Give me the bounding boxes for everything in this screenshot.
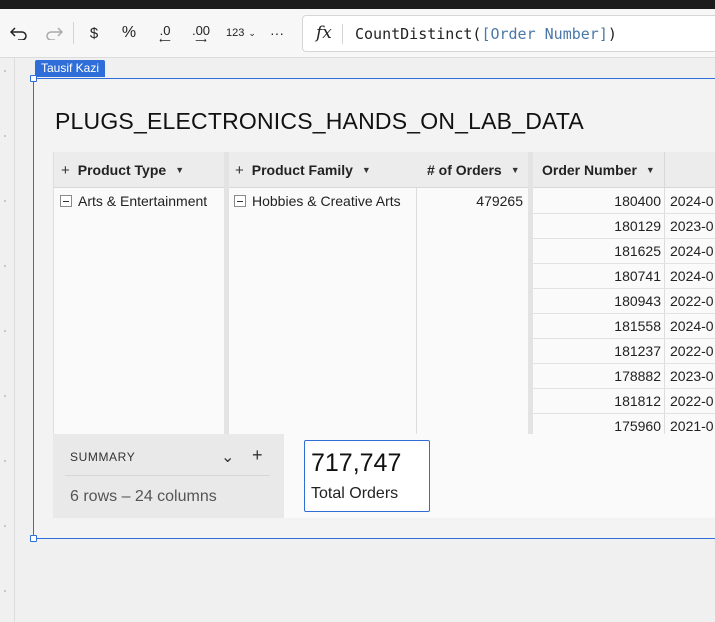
row-divider <box>531 288 715 289</box>
row-divider <box>531 213 715 214</box>
rail-marker <box>4 135 6 137</box>
rail-marker <box>4 525 6 527</box>
fx-icon: fx <box>316 23 332 43</box>
row-column-count: 6 rows – 24 columns <box>70 488 217 505</box>
column-header-orders[interactable]: # of Orders ▼ <box>427 152 520 188</box>
column-divider <box>664 188 665 434</box>
row-divider <box>531 238 715 239</box>
rail-marker <box>4 395 6 397</box>
order-date-cell[interactable]: 2022-0 <box>670 343 714 359</box>
element-owner-tag: Tausif Kazi <box>35 60 106 77</box>
formula-column-reference: [Order Number] <box>481 25 608 43</box>
order-number-cell[interactable]: 180129 <box>533 218 661 234</box>
order-date-cell[interactable]: 2024-0 <box>670 268 714 284</box>
column-header-label: Product Type <box>77 162 167 178</box>
product-family-cell[interactable]: Hobbies & Creative Arts <box>252 193 401 209</box>
arrow-right-icon: ⟶ <box>195 35 207 45</box>
row-divider <box>531 413 715 414</box>
percent-format-button[interactable]: % <box>120 21 138 45</box>
table-title[interactable]: PLUGS_ELECTRONICS_HANDS_ON_LAB_DATA <box>55 108 584 135</box>
currency-format-button[interactable]: $ <box>86 21 102 45</box>
column-header-label: Product Family <box>251 162 353 178</box>
chevron-down-icon: ⌄ <box>248 27 256 38</box>
formula-closing: ) <box>607 25 617 43</box>
redo-icon[interactable] <box>44 21 64 45</box>
column-header-product-type[interactable]: + Product Type ▼ <box>61 152 184 188</box>
order-number-cell[interactable]: 178882 <box>533 368 661 384</box>
product-type-cell[interactable]: Arts & Entertainment <box>78 193 207 209</box>
add-summary-icon[interactable]: + <box>252 445 263 466</box>
app-top-bar <box>0 0 715 9</box>
caret-down-icon[interactable]: ▼ <box>362 165 371 175</box>
column-divider <box>664 152 665 188</box>
decrease-decimals-button[interactable]: .0 ⟵ <box>154 21 176 45</box>
order-date-cell[interactable]: 2022-0 <box>670 293 714 309</box>
caret-down-icon[interactable]: ▼ <box>175 165 184 175</box>
column-header-product-family[interactable]: + Product Family ▼ <box>235 152 371 188</box>
summary-divider <box>65 475 270 476</box>
metric-label: Total Orders <box>311 485 399 502</box>
rail-marker <box>4 460 6 462</box>
rail-marker <box>4 200 6 202</box>
column-divider <box>224 152 229 434</box>
number-format-dropdown[interactable]: 123 ⌄ <box>223 21 259 45</box>
metric-value: 717,747 <box>311 449 402 477</box>
formula-input[interactable]: CountDistinct([Order Number]) <box>355 25 617 43</box>
expand-icon[interactable]: + <box>235 162 244 179</box>
orders-count-cell[interactable]: 479265 <box>416 193 523 209</box>
order-date-cell[interactable]: 2024-0 <box>670 243 714 259</box>
rail-marker <box>4 265 6 267</box>
more-options-icon[interactable]: ··· <box>268 21 286 45</box>
summary-panel: SUMMARY ⌄ + 6 rows – 24 columns <box>53 434 284 518</box>
increase-decimals-button[interactable]: .00 ⟶ <box>189 21 213 45</box>
formula-divider <box>342 24 343 44</box>
canvas-left-rail <box>14 58 15 622</box>
order-date-cell[interactable]: 2024-0 <box>670 318 714 334</box>
column-divider <box>416 188 417 434</box>
order-number-cell[interactable]: 180400 <box>533 193 661 209</box>
expand-icon[interactable]: + <box>61 162 70 179</box>
collapse-icon[interactable] <box>234 195 246 207</box>
order-number-cell[interactable]: 175960 <box>533 418 661 434</box>
total-orders-metric[interactable]: 717,747 Total Orders <box>304 440 430 512</box>
order-date-cell[interactable]: 2022-0 <box>670 393 714 409</box>
rail-marker <box>4 590 6 592</box>
order-date-cell[interactable]: 2023-0 <box>670 368 714 384</box>
row-divider <box>531 313 715 314</box>
caret-down-icon[interactable]: ▼ <box>646 165 655 175</box>
order-date-cell[interactable]: 2021-0 <box>670 418 714 434</box>
table-header-row: + Product Type ▼ + Product Family ▼ # of… <box>54 152 715 188</box>
order-number-cell[interactable]: 180741 <box>533 268 661 284</box>
caret-down-icon[interactable]: ▼ <box>511 165 520 175</box>
order-number-cell[interactable]: 181812 <box>533 393 661 409</box>
resize-handle-bottom-left[interactable] <box>30 535 37 542</box>
collapse-icon[interactable] <box>60 195 72 207</box>
row-divider <box>531 338 715 339</box>
column-header-label: Order Number <box>542 162 637 178</box>
format-toolbar: $ % .0 ⟵ .00 ⟶ 123 ⌄ ··· fx CountDistinc… <box>0 9 715 58</box>
formula-bar[interactable]: fx CountDistinct([Order Number]) <box>302 15 715 52</box>
rail-marker <box>4 70 6 72</box>
order-date-cell[interactable]: 2023-0 <box>670 218 714 234</box>
summary-label: SUMMARY <box>70 450 136 464</box>
column-header-order-number[interactable]: Order Number ▼ <box>542 152 655 188</box>
pivot-table: + Product Type ▼ + Product Family ▼ # of… <box>53 152 715 434</box>
row-divider <box>531 388 715 389</box>
chevron-down-icon[interactable]: ⌄ <box>221 447 234 467</box>
order-number-cell[interactable]: 181237 <box>533 343 661 359</box>
order-date-cell[interactable]: 2024-0 <box>670 193 714 209</box>
formula-function: CountDistinct( <box>355 25 482 43</box>
toolbar-divider <box>73 22 74 44</box>
undo-icon[interactable] <box>9 21 29 45</box>
resize-handle-top-left[interactable] <box>30 75 37 82</box>
column-header-label: # of Orders <box>427 162 502 178</box>
arrow-left-icon: ⟵ <box>159 35 171 45</box>
rail-marker <box>4 330 6 332</box>
order-number-cell[interactable]: 180943 <box>533 293 661 309</box>
order-number-cell[interactable]: 181558 <box>533 318 661 334</box>
order-number-cell[interactable]: 181625 <box>533 243 661 259</box>
row-divider <box>531 263 715 264</box>
row-divider <box>531 363 715 364</box>
number-format-label: 123 <box>226 27 245 39</box>
